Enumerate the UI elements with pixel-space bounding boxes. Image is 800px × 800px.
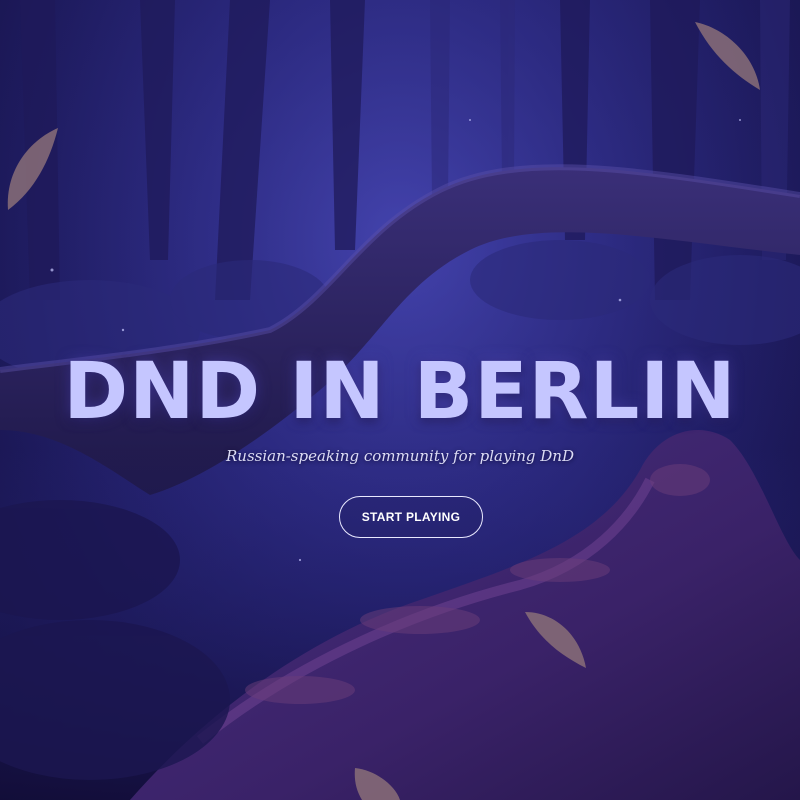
- hero-subtitle: Russian-speaking community for playing D…: [225, 447, 574, 465]
- hero-content: DND IN BERLIN Russian-speaking community…: [0, 0, 800, 800]
- start-playing-button[interactable]: START PLAYING: [339, 496, 483, 538]
- hero-section: DND IN BERLIN Russian-speaking community…: [0, 0, 800, 800]
- hero-title: DND IN BERLIN: [63, 347, 737, 437]
